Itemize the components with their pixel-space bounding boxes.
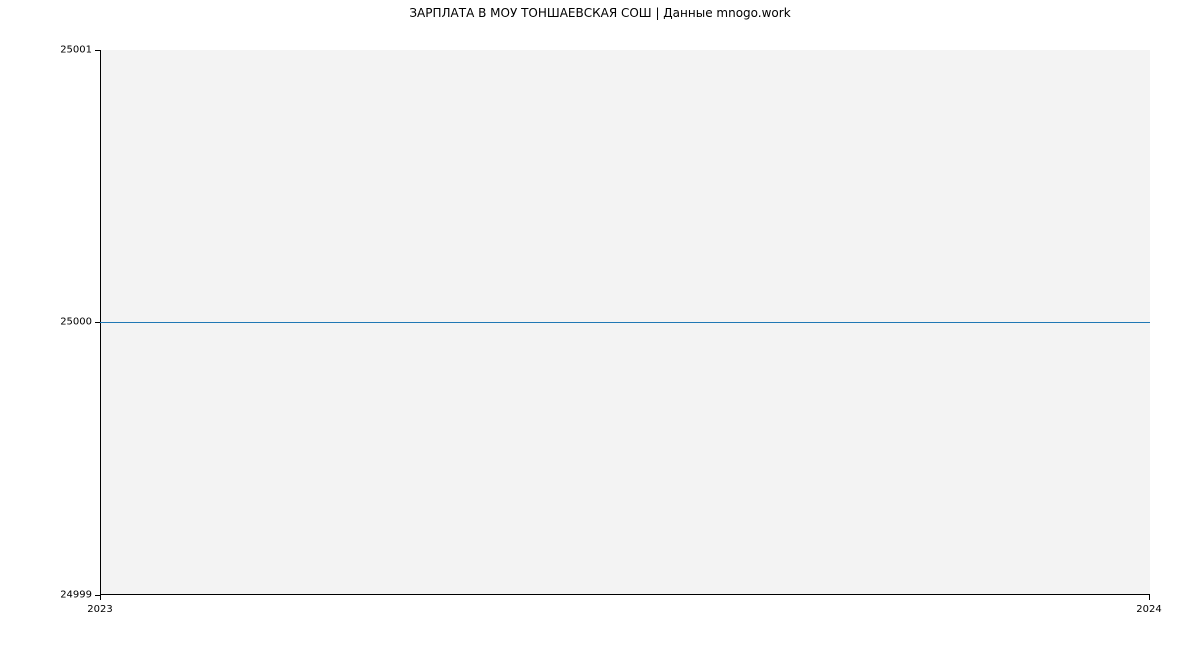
- x-tick: [100, 595, 101, 600]
- x-tick-label: 2023: [87, 604, 112, 615]
- y-tick-label: 24999: [32, 590, 92, 601]
- salary-chart: ЗАРПЛАТА В МОУ ТОНШАЕВСКАЯ СОШ | Данные …: [0, 0, 1200, 650]
- x-tick: [1149, 595, 1150, 600]
- y-tick-label: 25001: [32, 45, 92, 56]
- series-line-salary: [100, 322, 1150, 323]
- chart-title: ЗАРПЛАТА В МОУ ТОНШАЕВСКАЯ СОШ | Данные …: [0, 6, 1200, 20]
- y-tick-label: 25000: [32, 317, 92, 328]
- x-tick-label: 2024: [1136, 604, 1161, 615]
- y-tick: [95, 50, 100, 51]
